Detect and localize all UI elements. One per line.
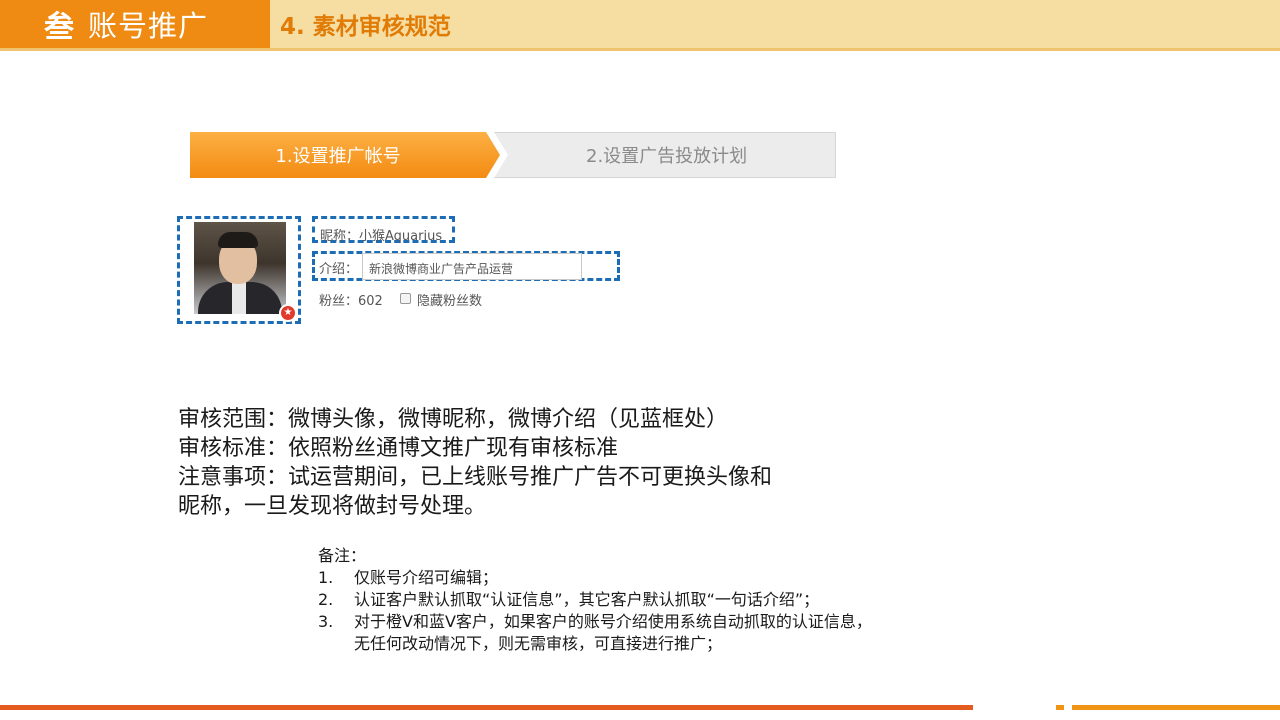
- header-divider: [0, 48, 1280, 51]
- intro-field[interactable]: 新浪微博商业广告产品运营: [362, 253, 582, 280]
- verified-star-icon: ★: [279, 304, 297, 322]
- note-text: 仅账号介绍可编辑；: [354, 568, 499, 587]
- review-standard: 审核标准：依照粉丝通博文推广现有审核标准: [178, 436, 619, 461]
- footer-accent-square: [1056, 705, 1064, 710]
- note-item: 2. 认证客户默认抓取“认证信息”，其它客户默认抓取“一句话介绍”；: [318, 589, 872, 611]
- note-number: 2.: [318, 590, 334, 609]
- section-title: 账号推广: [88, 9, 209, 43]
- section-number: 叁: [44, 10, 74, 45]
- note-item: 3. 对于橙V和蓝V客户，如果客户的账号介绍使用系统自动抓取的认证信息，: [318, 611, 872, 633]
- review-notice-line-2: 昵称，一旦发现将做封号处理。: [178, 494, 487, 519]
- review-rules: 审核范围：微博头像，微博昵称，微博介绍（见蓝框处） 审核标准：依照粉丝通博文推广…: [178, 405, 878, 521]
- footer-accent-bar: [1072, 705, 1280, 710]
- section-header: 叁 账号推广: [0, 0, 270, 48]
- note-item: 1. 仅账号介绍可编辑；: [318, 567, 872, 589]
- note-number: [318, 633, 354, 655]
- step-2-label: 2.设置广告投放计划: [586, 146, 748, 167]
- footer-bar: [0, 705, 973, 710]
- note-number: 1.: [318, 568, 334, 587]
- avatar: [194, 222, 286, 314]
- note-text: 无任何改动情况下，则无需审核，可直接进行推广；: [354, 634, 723, 653]
- hide-fans-label: 隐藏粉丝数: [417, 294, 483, 309]
- step-progress-bar: 2.设置广告投放计划 1.设置推广帐号: [190, 132, 836, 178]
- notes-title: 备注：: [318, 546, 367, 565]
- step-1-label: 1.设置推广帐号: [275, 146, 401, 167]
- step-1-tab[interactable]: 1.设置推广帐号: [190, 132, 500, 178]
- note-item: 无任何改动情况下，则无需审核，可直接进行推广；: [318, 633, 872, 655]
- hide-fans-checkbox[interactable]: [400, 293, 411, 304]
- intro-label: 介绍：: [319, 262, 359, 277]
- note-text: 对于橙V和蓝V客户，如果客户的账号介绍使用系统自动抓取的认证信息，: [354, 612, 872, 631]
- subtitle-bar: 4. 素材审核规范: [270, 0, 1280, 48]
- page-subtitle: 4. 素材审核规范: [280, 14, 451, 40]
- fans-count: 粉丝：602: [319, 294, 383, 309]
- review-notice-line-1: 注意事项：试运营期间，已上线账号推广广告不可更换头像和: [178, 465, 773, 490]
- nickname-text: 昵称：小猴Aquarius: [320, 229, 443, 244]
- note-number: 3.: [318, 612, 334, 631]
- note-text: 认证客户默认抓取“认证信息”，其它客户默认抓取“一句话介绍”；: [354, 590, 820, 609]
- notes-block: 备注： 1. 仅账号介绍可编辑； 2. 认证客户默认抓取“认证信息”，其它客户默…: [318, 545, 872, 655]
- review-scope: 审核范围：微博头像，微博昵称，微博介绍（见蓝框处）: [178, 407, 729, 432]
